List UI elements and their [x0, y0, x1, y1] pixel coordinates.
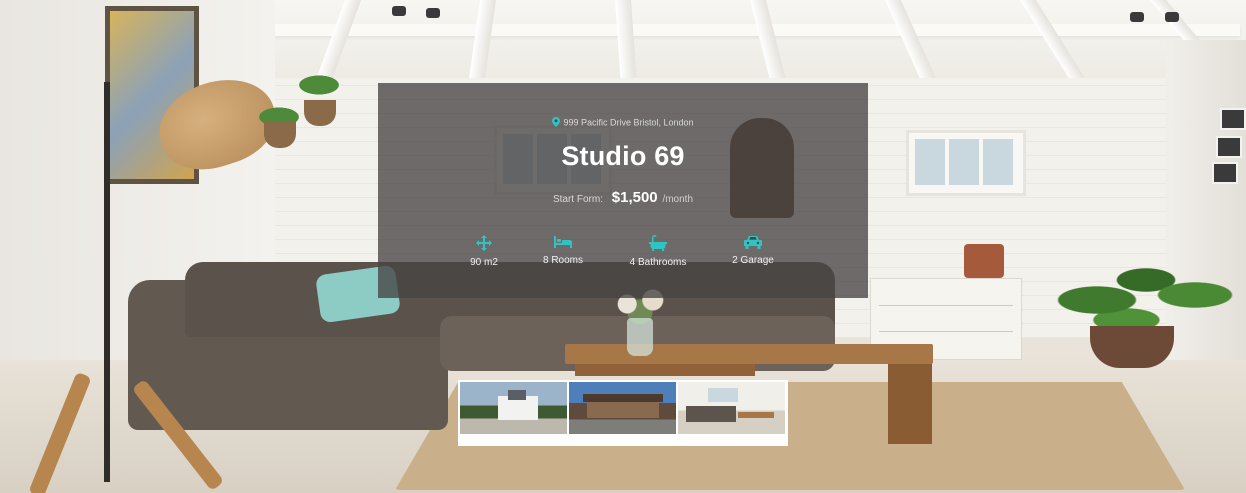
property-hero: 999 Pacific Drive Bristol, London Studio…: [0, 0, 1246, 493]
wall-frame: [1212, 162, 1238, 184]
wall-frame: [1220, 108, 1246, 130]
coffee-table-leg: [888, 364, 932, 444]
arrows-move-icon: [476, 235, 492, 251]
hanging-plant-pot: [264, 122, 296, 148]
wall-frame: [1216, 136, 1242, 158]
feature-label: 2 Garage: [732, 255, 774, 266]
address-text: 999 Pacific Drive Bristol, London: [563, 117, 694, 128]
feature-garage: 2 Garage: [705, 235, 801, 266]
potted-plant: [1048, 240, 1244, 340]
feature-rooms: 8 Rooms: [515, 235, 611, 266]
map-pin-icon: [552, 117, 561, 129]
spotlight: [392, 6, 406, 16]
price-period: /month: [662, 194, 694, 205]
listing-address: 999 Pacific Drive Bristol, London: [378, 117, 868, 129]
bed-icon: [554, 236, 572, 248]
vase: [627, 318, 653, 356]
bathtub-icon: [649, 235, 667, 251]
feature-bathrooms: 4 Bathrooms: [610, 235, 706, 268]
spotlight: [1165, 12, 1179, 22]
spotlight: [1130, 12, 1144, 22]
thumbnail-strip: [458, 380, 788, 446]
listing-title: Studio 69: [561, 141, 685, 171]
car-icon: [744, 236, 762, 249]
plant-pot: [1090, 326, 1174, 368]
price-value: $1,500: [611, 189, 658, 206]
floor-lamp: [104, 82, 110, 482]
coffee-table-shelf: [575, 364, 755, 376]
feature-label: 4 Bathrooms: [629, 257, 687, 268]
thumbnail-house-2[interactable]: [569, 382, 676, 434]
hanging-plant-pot: [304, 100, 336, 126]
feature-label: 8 Rooms: [542, 255, 583, 266]
thumbnail-house-1[interactable]: [460, 382, 567, 434]
spotlight: [426, 8, 440, 18]
price-prefix: Start Form:: [552, 194, 603, 205]
coffee-table: [565, 344, 933, 364]
radio: [964, 244, 1004, 278]
wall-window: [906, 130, 1026, 196]
thumbnail-living-room[interactable]: [678, 382, 785, 434]
listing-info-card: 999 Pacific Drive Bristol, London Studio…: [378, 83, 868, 298]
hanging-plant: [296, 74, 342, 96]
ceiling-crossbeam: [240, 24, 1240, 36]
price-row: Start Form: $1,500 /month: [378, 189, 868, 206]
